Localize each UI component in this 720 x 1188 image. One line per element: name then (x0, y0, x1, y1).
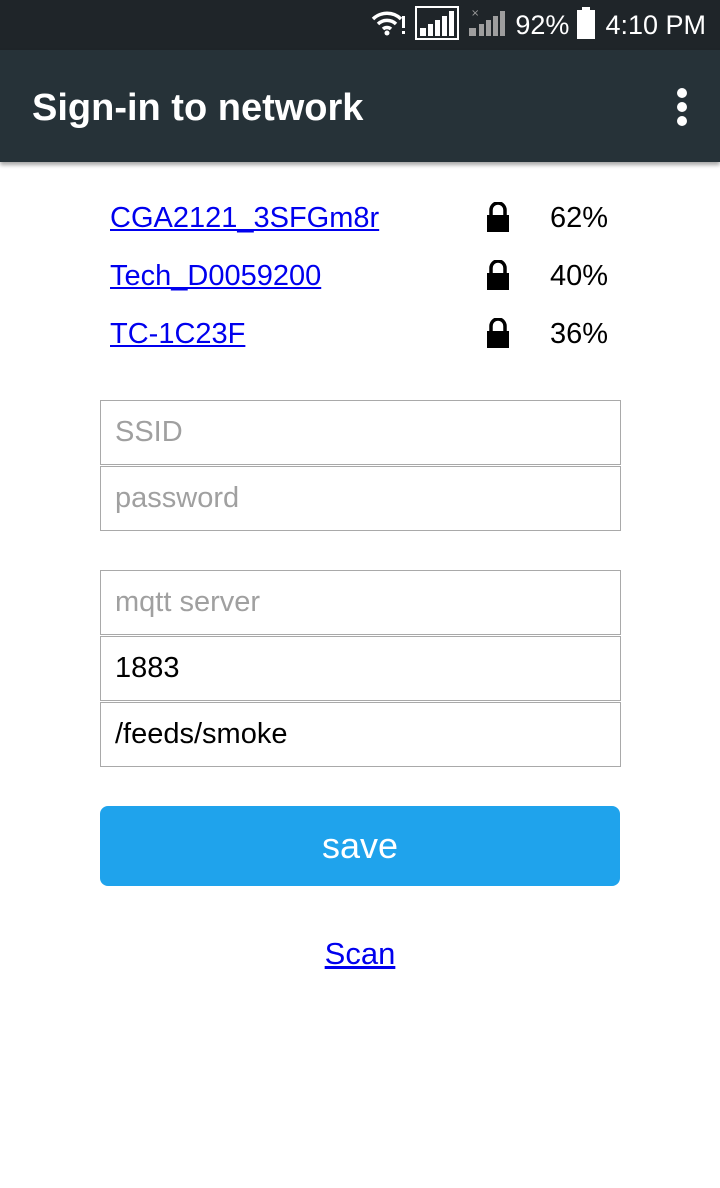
status-bar: × 92% 4:10 PM (0, 0, 720, 50)
password-input[interactable] (100, 466, 621, 531)
page-title: Sign-in to network (32, 87, 364, 129)
scan-link[interactable]: Scan (325, 936, 396, 971)
mqtt-server-input[interactable] (100, 570, 621, 635)
list-item: CGA2121_3SFGm8r 62% (110, 198, 620, 238)
network-link[interactable]: CGA2121_3SFGm8r (110, 198, 379, 238)
svg-text:×: × (471, 8, 479, 19)
list-item: TC-1C23F 36% (110, 314, 620, 354)
clock: 4:10 PM (605, 10, 706, 40)
signal-strength: 36% (550, 318, 609, 350)
lock-icon (486, 201, 510, 232)
sim1-signal-icon (415, 5, 460, 45)
signal-strength: 40% (550, 260, 609, 292)
lock-icon (486, 259, 510, 290)
battery-icon (577, 6, 596, 44)
sim2-no-signal-icon: × (467, 6, 507, 45)
save-button[interactable]: save (100, 806, 620, 886)
battery-percent: 92% (515, 10, 570, 40)
mqtt-topic-input[interactable] (100, 702, 621, 767)
signal-strength: 62% (550, 202, 609, 234)
app-bar: Sign-in to network (0, 50, 720, 162)
scan-link-container: Scan (0, 932, 720, 976)
list-item: Tech_D0059200 40% (110, 256, 620, 296)
ssid-input[interactable] (100, 400, 621, 465)
lock-icon (486, 317, 510, 348)
network-link[interactable]: Tech_D0059200 (110, 256, 321, 296)
mqtt-port-input[interactable] (100, 636, 621, 701)
status-icons: × 92% 4:10 PM (371, 0, 706, 50)
network-link[interactable]: TC-1C23F (110, 314, 245, 354)
main-content: CGA2121_3SFGm8r 62% Tech_D0059200 40% TC… (0, 162, 720, 1188)
wifi-alert-icon (371, 8, 407, 43)
overflow-menu-icon[interactable] (670, 88, 694, 126)
